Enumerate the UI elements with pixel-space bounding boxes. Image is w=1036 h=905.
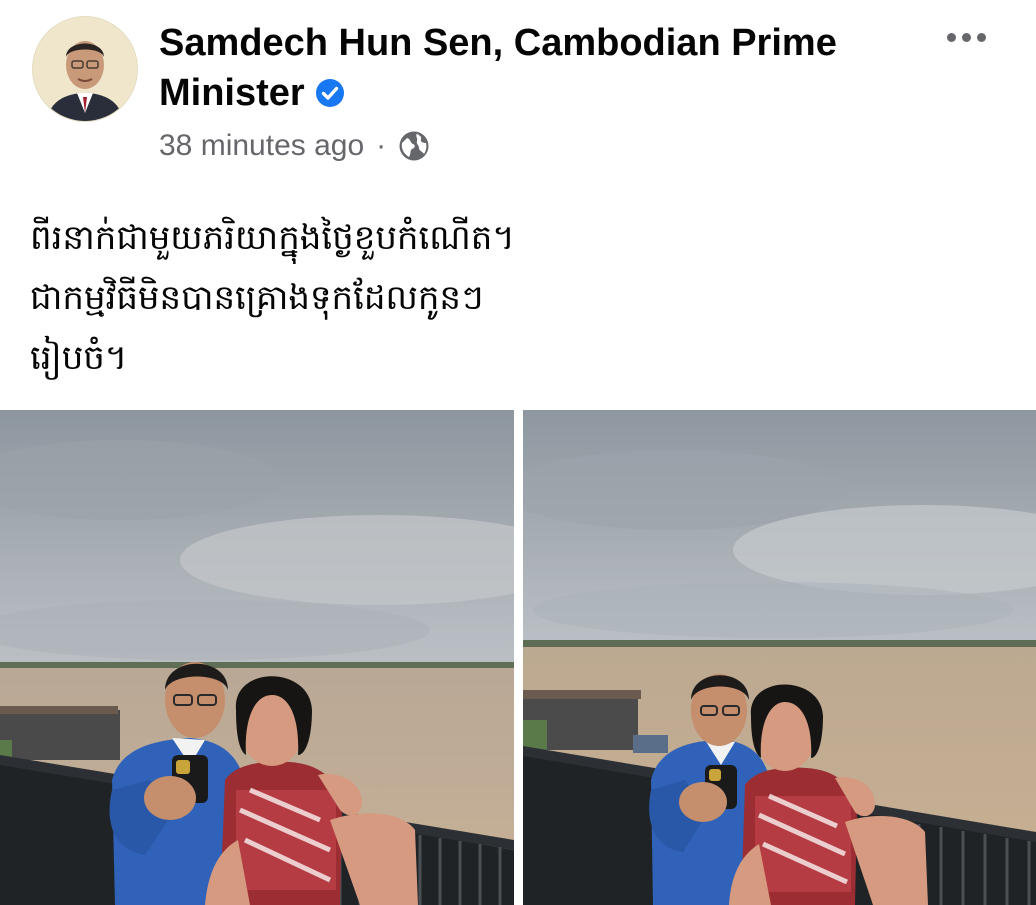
author-avatar[interactable]	[32, 16, 138, 122]
photo-left[interactable]	[0, 410, 514, 905]
photo-left-image	[0, 410, 514, 905]
post-text-line: ពីរនាក់ជាមួយភរិយាក្នុងថ្ងៃខួបកំណើត។	[30, 218, 515, 258]
photo-grid	[0, 410, 1036, 905]
more-options-icon[interactable]	[938, 20, 994, 54]
post-text: ពីរនាក់ជាមួយភរិយាក្នុងថ្ងៃខួបកំណើត។ ជាកម…	[30, 208, 930, 388]
avatar-image	[33, 17, 137, 121]
post-meta: 38 minutes ago ·	[159, 124, 430, 168]
globe-icon[interactable]	[398, 130, 430, 162]
photo-right[interactable]	[523, 410, 1036, 905]
photo-right-image	[523, 410, 1036, 905]
author-name-heading: Samdech Hun Sen, Cambodian Prime Ministe…	[159, 18, 919, 118]
post-text-line: រៀបចំ។	[30, 338, 128, 378]
verified-badge-icon	[315, 79, 344, 107]
author-name-link[interactable]: Samdech Hun Sen, Cambodian Prime Ministe…	[159, 22, 837, 114]
post-text-line: ជាកម្មវិធីមិនបានគ្រោងទុកដែលកូនៗ	[30, 278, 484, 318]
post-timestamp[interactable]: 38 minutes ago	[159, 129, 364, 163]
meta-separator: ·	[376, 129, 387, 162]
